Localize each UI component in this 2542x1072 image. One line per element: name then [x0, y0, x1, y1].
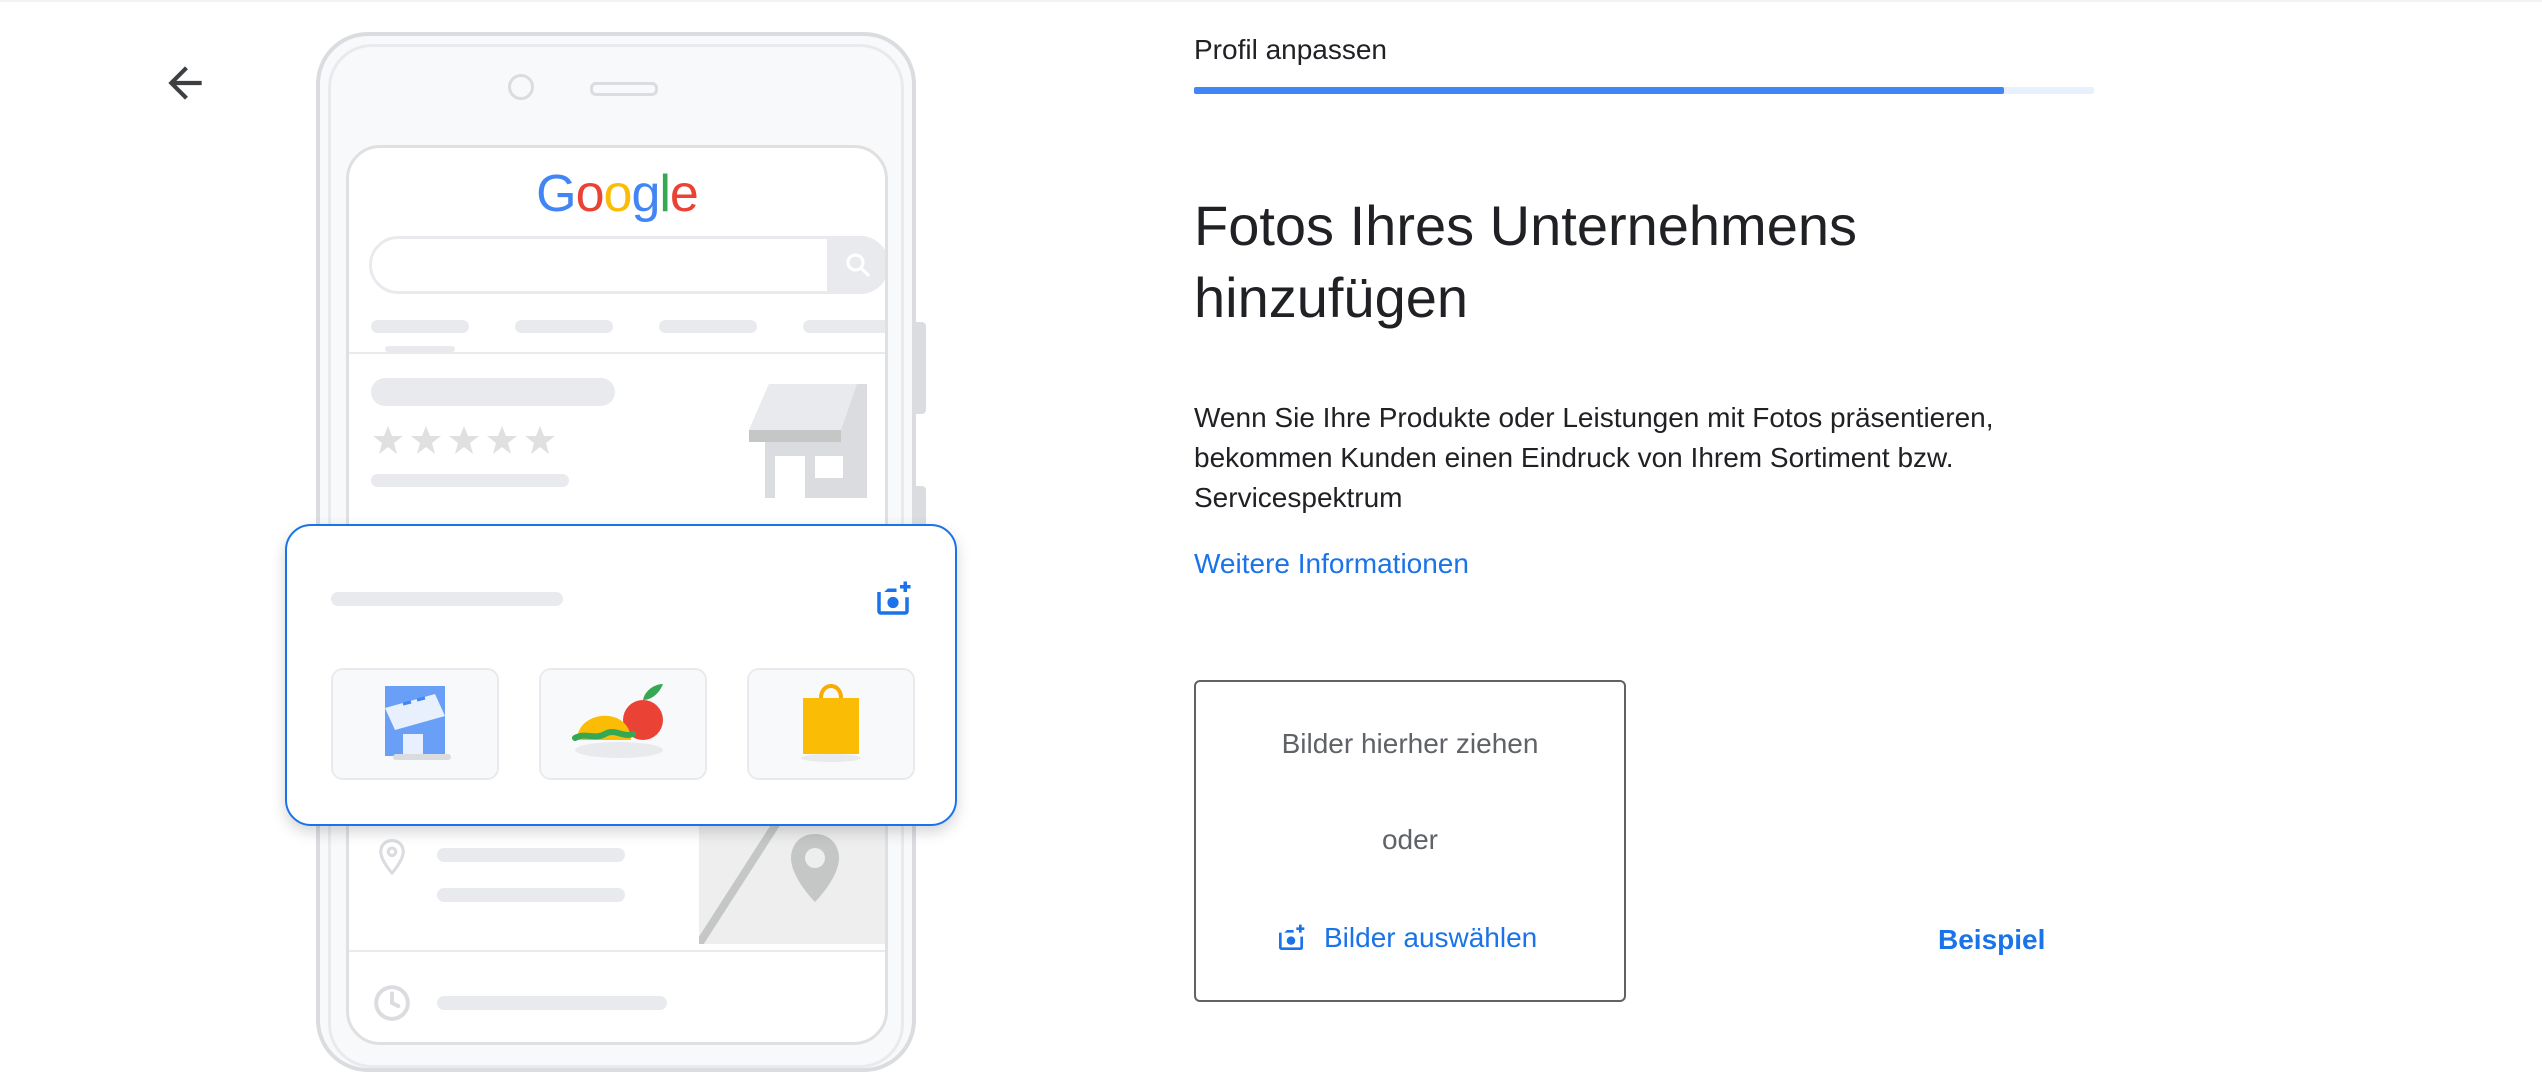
placeholder-bar [659, 320, 757, 333]
screen-divider [349, 950, 885, 952]
screen-divider [349, 352, 885, 354]
top-border [0, 0, 2542, 2]
rating-stars-icon [373, 426, 555, 454]
learn-more-link[interactable]: Weitere Informationen [1194, 548, 1469, 580]
select-images-button[interactable]: Bilder auswählen [1274, 918, 1537, 958]
search-engine-logo: Google [349, 164, 885, 224]
photo-thumbnail-shopping [747, 668, 915, 780]
storefront-icon [385, 686, 451, 760]
logo-letter: g [631, 165, 660, 223]
page-title: Fotos Ihres Unternehmens hinzufügen [1194, 194, 1857, 329]
progress-bar-fill [1194, 87, 2004, 94]
photo-thumbnail-storefront [331, 668, 499, 780]
phone-side-button [916, 322, 926, 414]
page-description: Wenn Sie Ihre Produkte oder Leistungen m… [1194, 402, 1994, 513]
placeholder-bar [803, 320, 885, 333]
placeholder-bar [371, 320, 469, 333]
add-photo-icon [877, 581, 911, 615]
logo-letter: l [659, 165, 671, 223]
search-button-illustration [827, 236, 885, 294]
photo-thumbnail-food [539, 668, 707, 780]
search-bar-illustration [369, 236, 885, 294]
placeholder-bar [437, 996, 667, 1010]
location-pin-icon [379, 838, 405, 876]
logo-letter: o [575, 165, 605, 223]
drag-hint: Bilder hierher ziehen [1281, 728, 1539, 759]
storefront-illustration-icon [749, 384, 867, 498]
arrow-left-icon [168, 66, 202, 100]
add-photo-icon [1279, 924, 1305, 950]
search-icon [846, 253, 870, 277]
placeholder-bar [515, 320, 613, 333]
progress-bar [1194, 87, 2094, 94]
placeholder-bar [371, 474, 569, 487]
placeholder-bar [331, 592, 563, 606]
logo-letter: G [536, 165, 576, 223]
or-separator: oder [1381, 824, 1439, 855]
clock-icon [374, 985, 410, 1021]
back-button[interactable] [160, 58, 210, 108]
placeholder-bar [437, 888, 625, 902]
logo-letter: o [603, 165, 633, 223]
photo-dropzone[interactable]: Bilder hierher ziehen oder Bilder auswäh… [1194, 680, 1626, 1002]
select-images-label: Bilder auswählen [1324, 922, 1538, 953]
logo-letter: e [669, 165, 699, 223]
photos-card-illustration [285, 524, 957, 826]
food-icon [572, 684, 663, 758]
step-title: Profil anpassen [1194, 34, 1388, 65]
example-link[interactable]: Beispiel [1938, 924, 2045, 956]
placeholder-bar [437, 848, 625, 862]
placeholder-title [371, 378, 615, 406]
phone-camera [508, 74, 534, 100]
shopping-bag-icon [801, 684, 861, 762]
phone-side-button [916, 486, 926, 528]
phone-speaker [590, 82, 658, 96]
